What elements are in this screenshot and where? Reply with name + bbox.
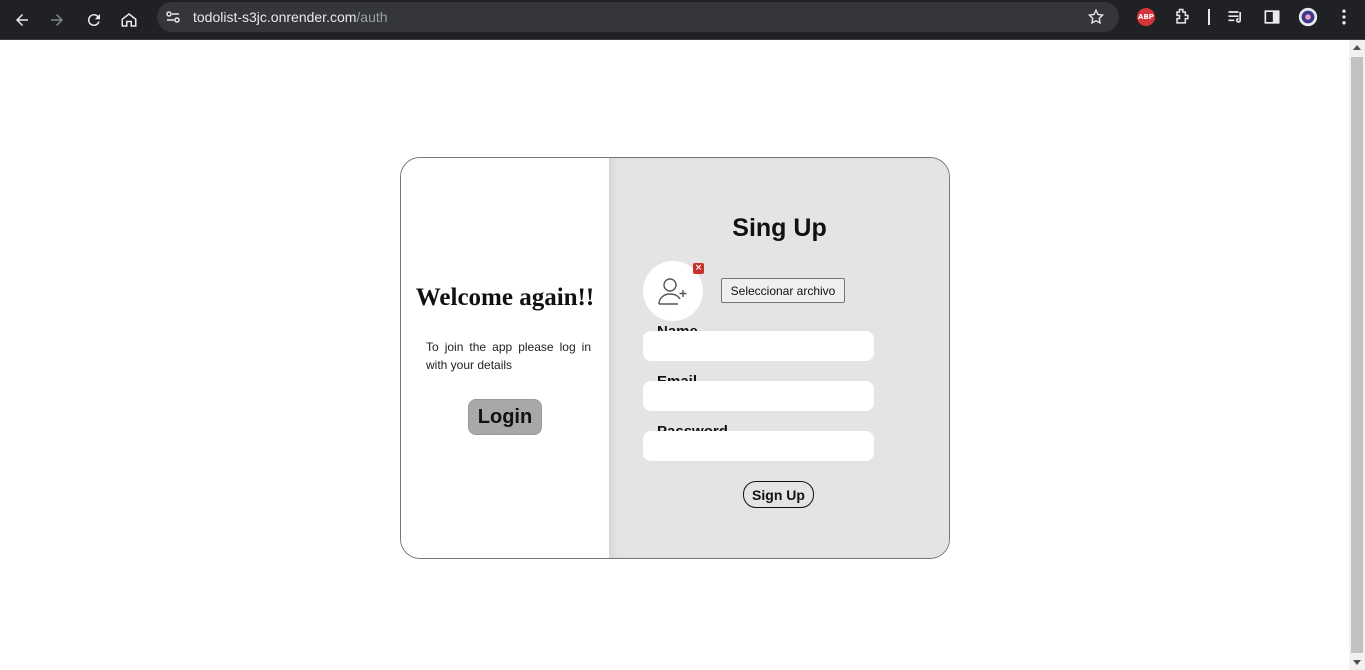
- site-settings-icon[interactable]: [165, 9, 181, 25]
- name-input[interactable]: [643, 331, 874, 361]
- profile-icon[interactable]: [1297, 6, 1319, 28]
- address-bar[interactable]: todolist-s3jc.onrender.com/auth: [157, 2, 1119, 32]
- choose-file-button[interactable]: Seleccionar archivo: [721, 278, 845, 303]
- back-icon[interactable]: [8, 6, 36, 34]
- url-path: /auth: [356, 9, 388, 25]
- password-input[interactable]: [643, 431, 874, 461]
- add-user-icon: [658, 278, 687, 305]
- url-host: todolist-s3jc.onrender.com: [193, 9, 357, 25]
- auth-card: Welcome again!! To join the app please l…: [400, 157, 950, 559]
- signup-button[interactable]: Sign Up: [743, 481, 814, 508]
- scroll-up-icon[interactable]: [1353, 45, 1361, 50]
- home-icon[interactable]: [115, 6, 143, 34]
- extensions-icon[interactable]: [1171, 6, 1193, 28]
- email-input[interactable]: [643, 381, 874, 411]
- url-text: todolist-s3jc.onrender.com/auth: [193, 9, 388, 25]
- signup-panel: Sing Up × Seleccionar archivo Name Email…: [609, 158, 949, 558]
- side-panel-icon[interactable]: [1261, 6, 1283, 28]
- forward-icon[interactable]: [43, 6, 71, 34]
- toolbar-divider: [1208, 9, 1210, 25]
- bookmark-star-icon[interactable]: [1087, 8, 1105, 26]
- reload-icon[interactable]: [80, 6, 108, 34]
- login-panel: Welcome again!! To join the app please l…: [401, 158, 609, 558]
- welcome-title: Welcome again!!: [415, 284, 595, 311]
- media-icon[interactable]: [1225, 6, 1247, 28]
- scroll-down-icon[interactable]: [1353, 660, 1361, 665]
- login-button[interactable]: Login: [468, 399, 542, 435]
- welcome-subtitle: To join the app please log in with your …: [426, 340, 591, 372]
- remove-avatar-icon[interactable]: ×: [693, 263, 704, 274]
- page-scrollbar[interactable]: [1349, 40, 1365, 670]
- menu-icon[interactable]: [1333, 6, 1355, 28]
- adblock-icon[interactable]: ABP: [1135, 6, 1157, 28]
- scroll-thumb[interactable]: [1351, 57, 1363, 653]
- browser-toolbar: todolist-s3jc.onrender.com/auth ABP: [0, 0, 1365, 40]
- adblock-badge: ABP: [1137, 8, 1155, 26]
- signup-title: Sing Up: [732, 214, 827, 242]
